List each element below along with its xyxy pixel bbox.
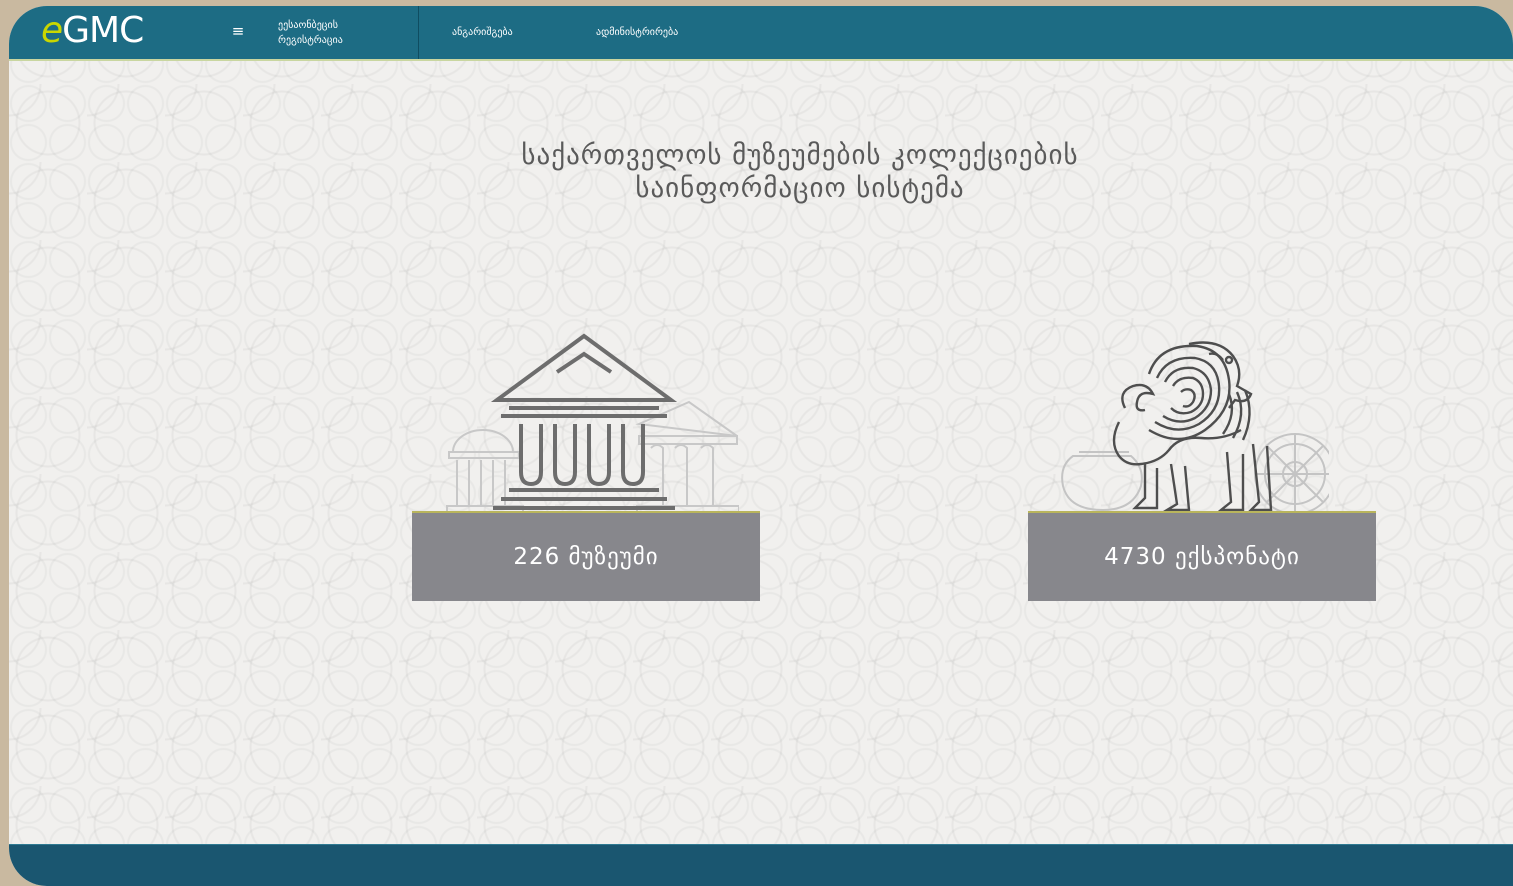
page-title-line1: საქართველოს მუზეუმების კოლექციების <box>521 140 1079 171</box>
griffin-artifact-illustration <box>1061 341 1329 515</box>
top-navbar: eGMC ≡ ეესაონბეცის რეგისტრაცია ანგარიშგე… <box>9 6 1513 61</box>
museum-building-illustration <box>446 333 739 513</box>
hamburger-menu-icon[interactable]: ≡ <box>230 20 246 42</box>
nav-item-label-line2: რეგისტრაცია <box>278 34 343 46</box>
logo-text: GMC <box>62 10 144 51</box>
nav-divider <box>418 6 419 59</box>
page-title: საქართველოს მუზეუმების კოლექციების საინფ… <box>9 139 1513 205</box>
nav-item-reports[interactable]: ანგარიშგება <box>452 6 513 59</box>
footer-bar <box>9 844 1513 886</box>
nav-item-administration[interactable]: ადმინისტრირება <box>596 6 678 59</box>
nav-item-exhibit-registration[interactable]: ეესაონბეცის რეგისტრაცია <box>278 6 343 59</box>
museums-count-card[interactable]: 226 მუზეუმი <box>412 511 760 601</box>
logo[interactable]: eGMC <box>41 8 144 54</box>
nav-item-label-line1: ეესაონბეცის <box>278 19 338 31</box>
logo-prefix: e <box>41 10 63 51</box>
exhibits-count-card[interactable]: 4730 ექსპონატი <box>1028 511 1376 601</box>
app-frame: eGMC ≡ ეესაონბეცის რეგისტრაცია ანგარიშგე… <box>9 6 1513 886</box>
page-title-line2: საინფორმაციო სისტემა <box>635 173 965 204</box>
